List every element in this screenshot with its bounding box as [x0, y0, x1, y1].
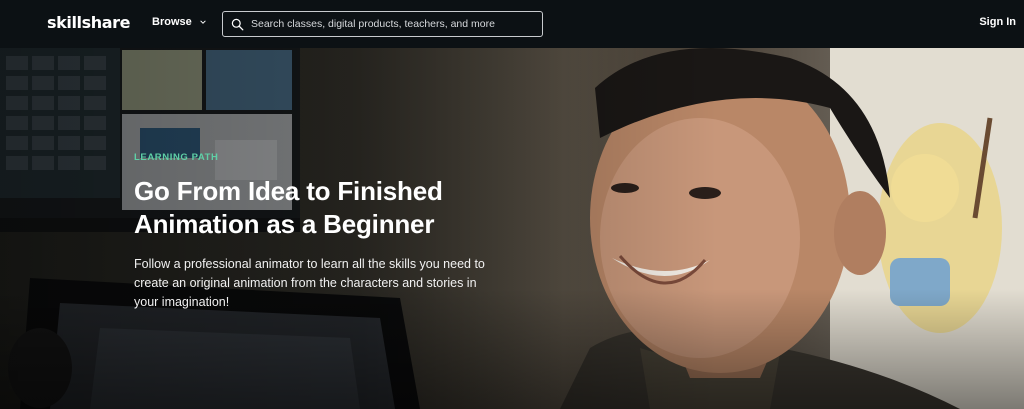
- chevron-down-icon: [200, 20, 206, 24]
- browse-menu-button[interactable]: Browse: [152, 16, 207, 28]
- search-bar[interactable]: [222, 11, 543, 37]
- top-navigation: skillshare Browse Sign In: [0, 0, 1024, 48]
- hero-content: LEARNING PATH Go From Idea to Finished A…: [134, 152, 534, 312]
- learning-path-label: LEARNING PATH: [134, 152, 219, 163]
- skillshare-logo[interactable]: skillshare: [47, 13, 130, 32]
- search-icon: [231, 18, 244, 30]
- hero-banner: LEARNING PATH Go From Idea to Finished A…: [0, 48, 1024, 409]
- hero-description: Follow a professional animator to learn …: [134, 257, 485, 309]
- browse-label: Browse: [152, 16, 192, 28]
- sign-in-link[interactable]: Sign In: [979, 16, 1016, 28]
- search-input[interactable]: [251, 18, 541, 30]
- hero-title: Go From Idea to Finished Animation as a …: [134, 176, 443, 239]
